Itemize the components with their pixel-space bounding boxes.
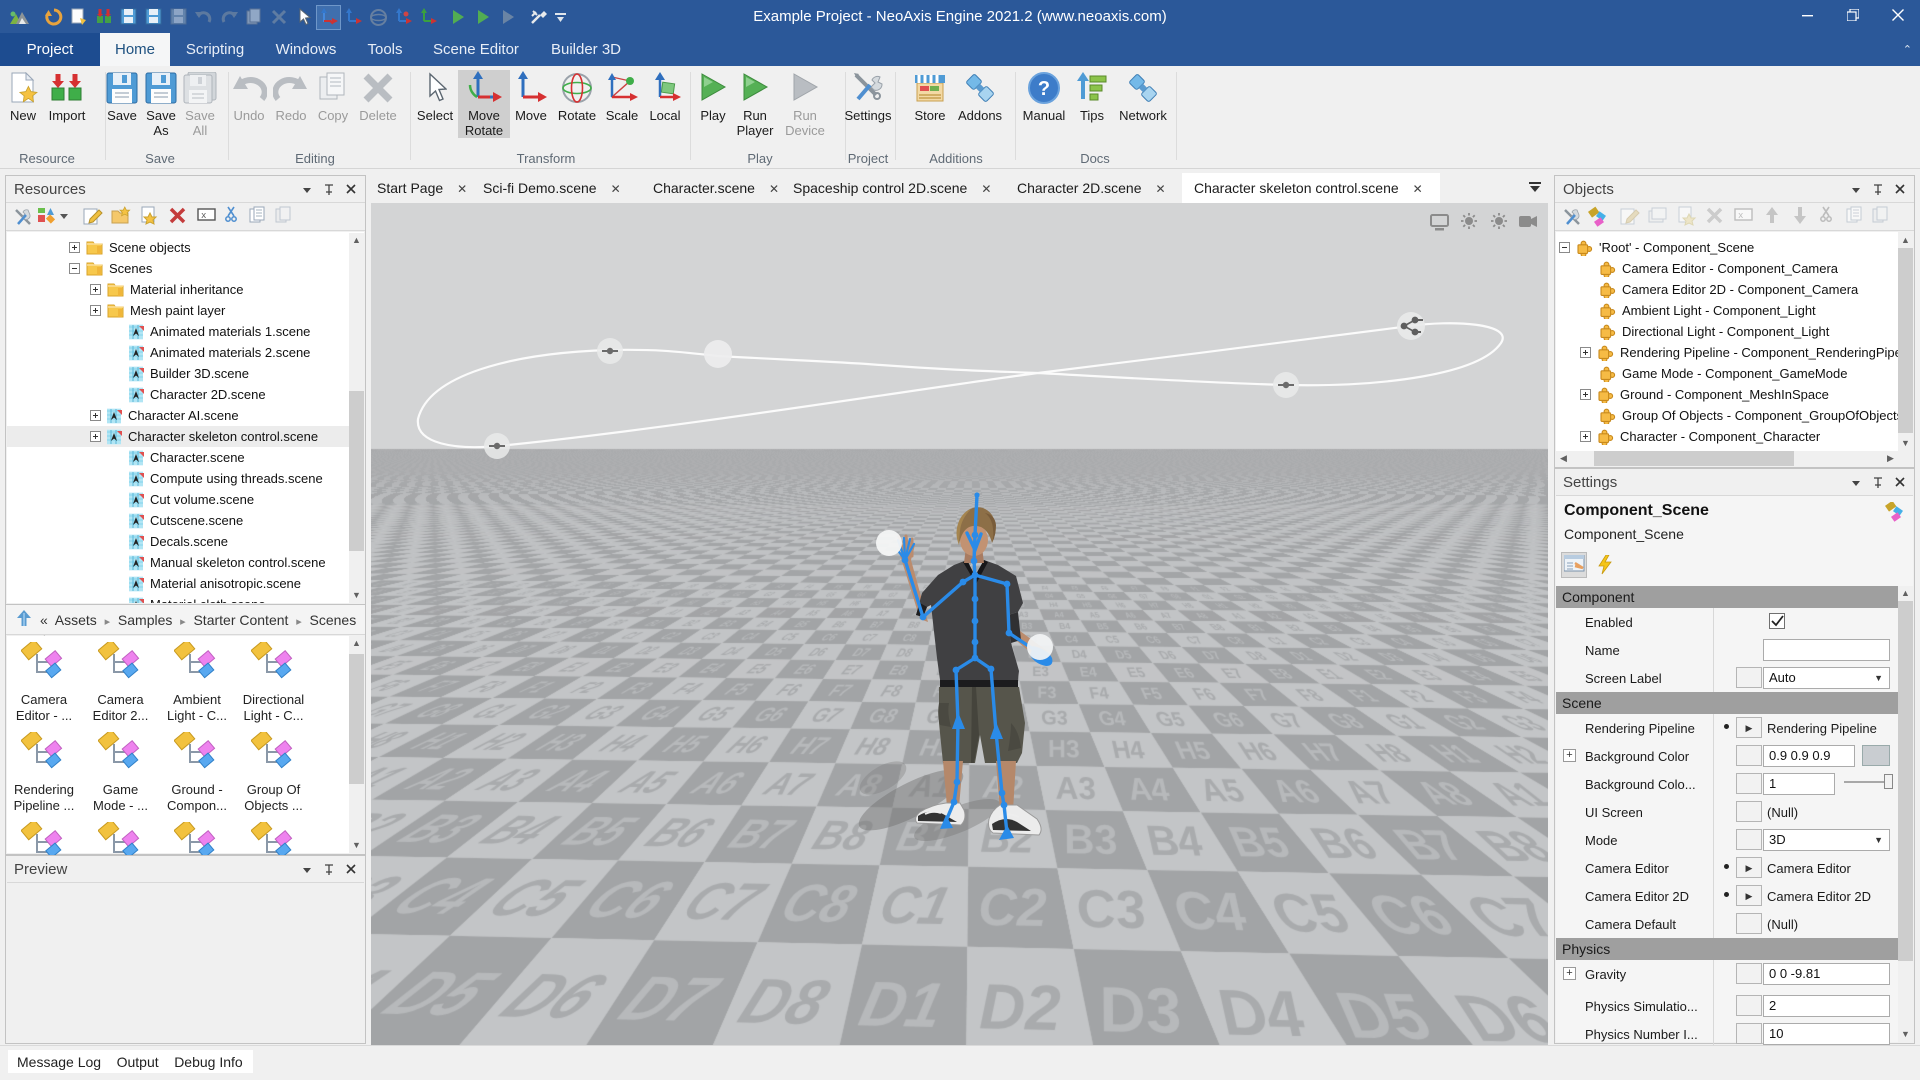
- svg-text:x: x: [1738, 211, 1743, 221]
- svg-text:x: x: [201, 211, 206, 221]
- svg-text:?: ?: [1038, 78, 1050, 100]
